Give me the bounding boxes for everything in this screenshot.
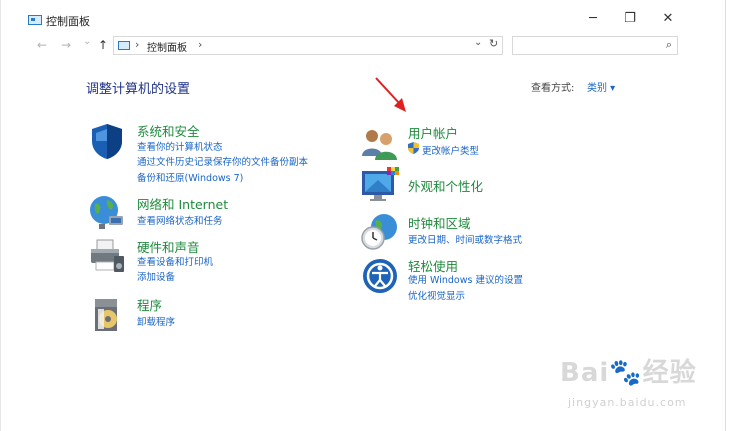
view-by-label: 查看方式:	[531, 83, 575, 94]
maximize-button[interactable]: ❐	[617, 8, 643, 30]
category-appearance-personalization[interactable]: 外观和个性化	[408, 176, 483, 195]
monitor-palette-icon[interactable]	[360, 165, 400, 205]
program-disc-icon[interactable]	[87, 295, 127, 335]
window-right-border	[725, 0, 726, 431]
link-optimize-visual-display[interactable]: 优化视觉显示	[408, 288, 465, 302]
watermark-main-text: Bai🐾经验	[560, 358, 697, 388]
watermark-url-text: jingyan.baidu.com	[568, 396, 687, 409]
control-panel-icon	[28, 15, 42, 25]
window-title: 控制面板	[46, 15, 90, 28]
breadcrumb-control-panel[interactable]: 控制面板	[147, 39, 187, 54]
category-clock-region[interactable]: 时钟和区域	[408, 213, 471, 232]
category-system-security[interactable]: 系统和安全	[137, 121, 200, 140]
search-icon[interactable]: ⌕	[666, 38, 672, 52]
printer-icon[interactable]	[87, 236, 127, 276]
globe-network-icon[interactable]	[87, 192, 127, 232]
link-use-recommended-settings[interactable]: 使用 Windows 建议的设置	[408, 272, 523, 286]
window-left-border	[0, 0, 1, 431]
recent-locations-button[interactable]: ⌄	[83, 36, 91, 47]
link-change-date-time-format[interactable]: 更改日期、时间或数字格式	[408, 232, 522, 246]
back-button[interactable]: ←	[37, 38, 47, 52]
uac-shield-icon	[408, 142, 419, 154]
minimize-button[interactable]: ─	[580, 8, 606, 30]
address-dropdown-icon[interactable]: ⌄	[474, 37, 482, 48]
link-file-history-backup[interactable]: 通过文件历史记录保存你的文件备份副本	[137, 154, 308, 168]
address-bar[interactable]: › 控制面板 › ⌄ ↻	[113, 36, 503, 55]
category-network-internet[interactable]: 网络和 Internet	[137, 194, 228, 213]
close-button[interactable]: ✕	[655, 8, 681, 30]
link-uninstall-program[interactable]: 卸载程序	[137, 314, 175, 328]
ease-of-access-icon[interactable]	[360, 256, 400, 296]
link-network-status[interactable]: 查看网络状态和任务	[137, 213, 223, 227]
up-button[interactable]: ↑	[98, 38, 108, 52]
category-programs[interactable]: 程序	[137, 295, 162, 314]
breadcrumb-chevron-icon[interactable]: ›	[198, 38, 202, 51]
link-backup-restore[interactable]: 备份和还原(Windows 7)	[137, 170, 243, 184]
link-add-device[interactable]: 添加设备	[137, 269, 175, 283]
category-user-accounts[interactable]: 用户帐户	[408, 123, 458, 142]
baidu-jingyan-watermark: Bai🐾经验	[560, 352, 697, 389]
red-arrow-annotation-icon	[375, 77, 406, 112]
forward-button[interactable]: →	[61, 38, 71, 52]
users-icon[interactable]	[360, 124, 400, 164]
link-check-computer-status[interactable]: 查看你的计算机状态	[137, 139, 223, 153]
breadcrumb-chevron-icon[interactable]: ›	[135, 38, 139, 51]
view-by-dropdown[interactable]: 类别 ▾	[587, 79, 615, 94]
search-input[interactable]: ⌕	[512, 36, 678, 55]
control-panel-small-icon	[118, 41, 130, 50]
link-change-account-type[interactable]: 更改帐户类型	[422, 143, 479, 157]
clock-globe-icon[interactable]	[360, 212, 400, 252]
link-devices-printers[interactable]: 查看设备和打印机	[137, 254, 213, 268]
page-title: 调整计算机的设置	[86, 82, 191, 97]
shield-icon[interactable]	[87, 121, 127, 161]
refresh-icon[interactable]: ↻	[489, 37, 498, 50]
